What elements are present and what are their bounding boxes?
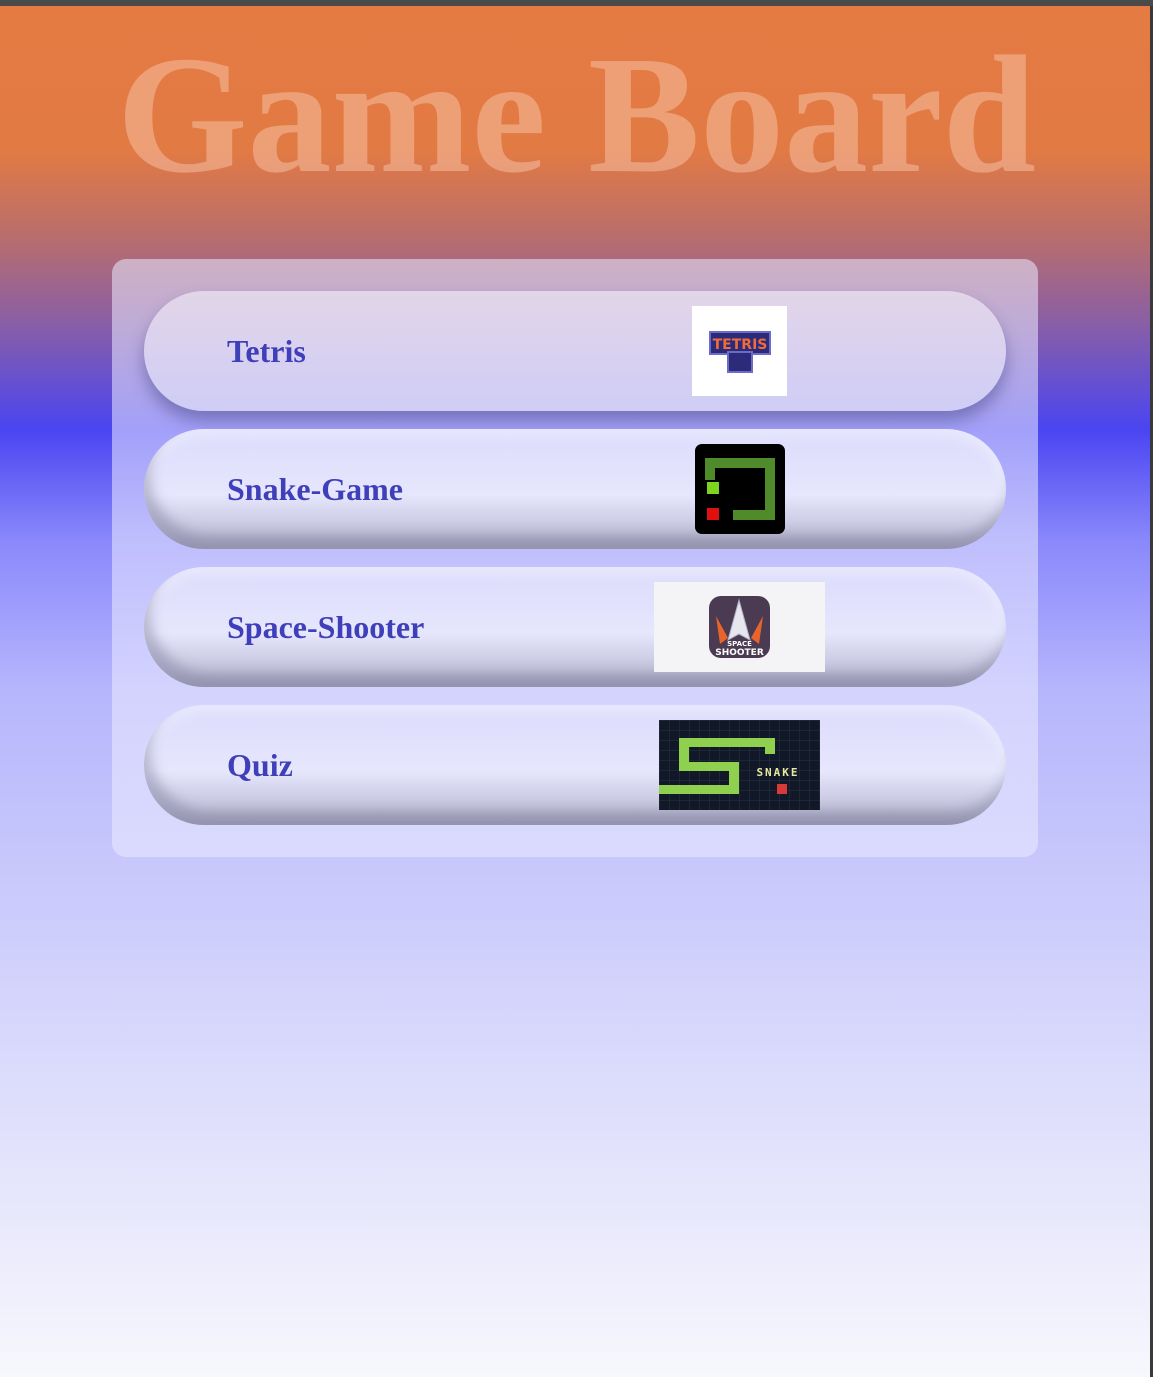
game-label-quiz: Quiz bbox=[227, 747, 293, 783]
snake-banner-icon: SNAKE bbox=[659, 720, 820, 810]
space-shooter-text-2: SHOOTER bbox=[715, 648, 764, 658]
game-item-space-shooter[interactable]: Space-Shooter SPACE SHOOTER bbox=[144, 567, 1006, 687]
page-title: Game Board bbox=[116, 22, 1037, 208]
game-label-space-shooter: Space-Shooter bbox=[227, 609, 425, 645]
tetris-logo-icon: TETRIS bbox=[692, 306, 787, 396]
tetris-logo-text: TETRIS bbox=[713, 337, 768, 353]
game-item-quiz[interactable]: Quiz SNAKE bbox=[144, 705, 1006, 825]
game-list-panel: Tetris TETRIS Snake-Game Space-Shooter S… bbox=[112, 259, 1038, 857]
window-top-bar bbox=[0, 0, 1153, 6]
game-label-snake-game: Snake-Game bbox=[227, 471, 403, 507]
game-item-snake-game[interactable]: Snake-Game bbox=[144, 429, 1006, 549]
space-shooter-icon: SPACE SHOOTER bbox=[654, 582, 825, 672]
game-item-tetris[interactable]: Tetris TETRIS bbox=[144, 291, 1006, 411]
space-shooter-text-1: SPACE bbox=[727, 640, 752, 648]
game-label-tetris: Tetris bbox=[227, 333, 306, 369]
snake-game-icon bbox=[695, 444, 785, 534]
snake-banner-text: SNAKE bbox=[756, 766, 799, 779]
